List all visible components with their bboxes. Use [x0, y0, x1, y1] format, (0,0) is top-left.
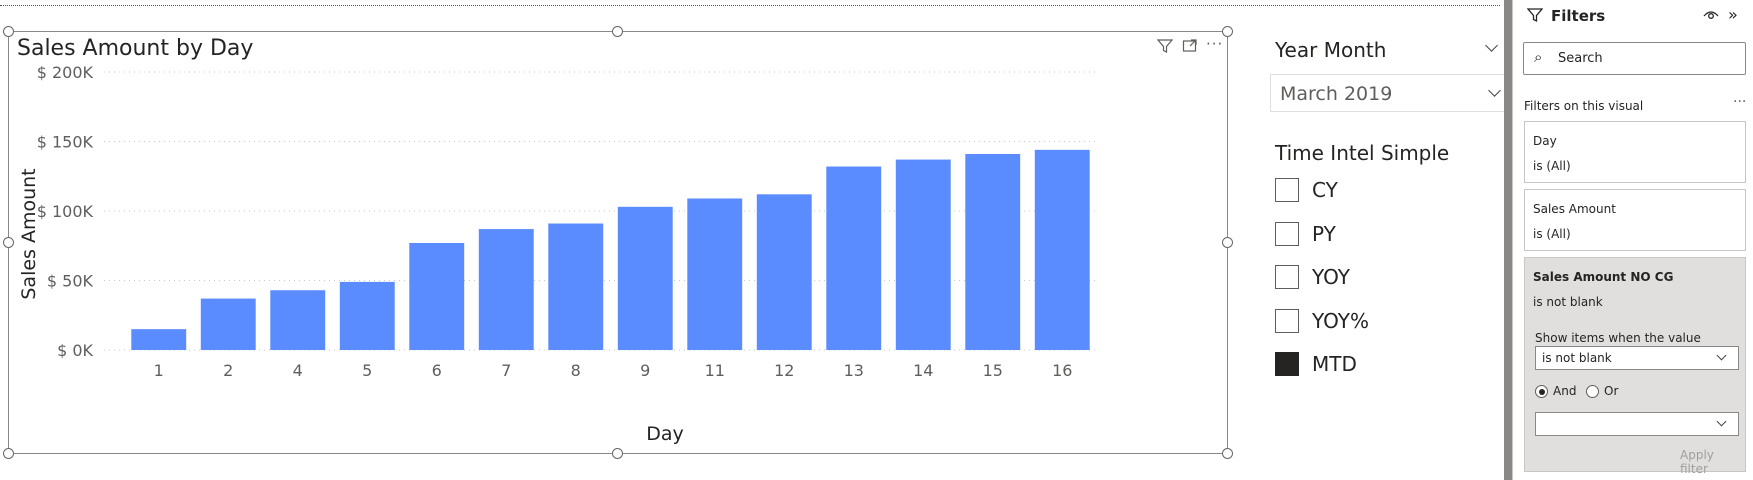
chevron-down-icon	[1716, 350, 1727, 361]
bar[interactable]	[895, 159, 951, 350]
resize-handle-top-right[interactable]	[1222, 26, 1233, 37]
bar[interactable]	[131, 329, 187, 350]
filters-pane-title: Filters	[1551, 7, 1606, 25]
chevron-down-icon[interactable]	[1485, 39, 1498, 52]
x-tick-label: 7	[501, 361, 511, 380]
checkbox-checked[interactable]	[1275, 352, 1299, 376]
eye-icon[interactable]	[1703, 7, 1719, 27]
filter-card-name: Sales Amount	[1533, 202, 1616, 216]
search-icon: ⌕	[1534, 48, 1543, 66]
x-tick-label: 6	[432, 361, 442, 380]
and-label: And	[1553, 384, 1577, 398]
resize-handle-bottom-left[interactable]	[3, 448, 14, 459]
x-tick-label: 13	[844, 361, 864, 380]
resize-handle-left[interactable]	[3, 237, 14, 248]
x-tick-label: 15	[983, 361, 1003, 380]
bar[interactable]	[270, 290, 326, 350]
resize-handle-bottom-right[interactable]	[1222, 448, 1233, 459]
resize-handle-right[interactable]	[1222, 237, 1233, 248]
x-tick-label: 11	[705, 361, 725, 380]
resize-handle-top[interactable]	[612, 26, 623, 37]
filter-operator-select[interactable]: is not blank	[1535, 346, 1739, 370]
bars	[131, 149, 1090, 350]
x-tick-label: 5	[362, 361, 372, 380]
y-tick-label: $ 0K	[57, 341, 93, 360]
bar[interactable]	[200, 298, 256, 350]
slicer-option-label: YOY	[1312, 265, 1350, 289]
year-month-value: March 2019	[1280, 83, 1393, 105]
slicer-option-label: CY	[1312, 178, 1338, 202]
filter-card-condition: is (All)	[1533, 159, 1571, 173]
resize-handle-bottom[interactable]	[612, 448, 623, 459]
radio-or[interactable]	[1586, 385, 1599, 398]
filter-card-name: Sales Amount NO CG	[1533, 270, 1674, 284]
bar[interactable]	[409, 242, 465, 350]
chevron-down-icon	[1716, 416, 1727, 427]
x-tick-label: 12	[774, 361, 794, 380]
y-tick-label: $ 50K	[47, 272, 94, 291]
filter-card-condition: is not blank	[1533, 295, 1603, 309]
y-axis-title: Sales Amount	[18, 168, 40, 299]
bar[interactable]	[548, 223, 604, 350]
x-tick-label: 16	[1052, 361, 1072, 380]
y-axis: $ 0K $ 50K $ 100K $ 150K $ 200K	[37, 63, 94, 360]
filter-card-sales-amount-no-cg[interactable]: Sales Amount NO CG is not blank Show ite…	[1524, 257, 1746, 476]
filters-section-title: Filters on this visual	[1524, 99, 1644, 113]
or-label: Or	[1604, 384, 1619, 398]
x-tick-label: 1	[154, 361, 164, 380]
x-tick-label: 14	[913, 361, 933, 380]
checkbox[interactable]	[1275, 222, 1299, 246]
filter-operator-value: is not blank	[1542, 351, 1612, 365]
checkbox[interactable]	[1275, 178, 1299, 202]
filter-card-day[interactable]: Day is (All)	[1524, 121, 1746, 183]
resize-handle-top-left[interactable]	[3, 26, 14, 37]
bar[interactable]	[756, 194, 812, 350]
checkbox[interactable]	[1275, 265, 1299, 289]
filter-card-condition: is (All)	[1533, 227, 1571, 241]
bar-chart-visual[interactable]: Sales Amount by Day ··· $ 0K $ 50K $ 100K $…	[8, 31, 1228, 454]
y-tick-label: $ 150K	[37, 133, 94, 152]
radio-and[interactable]	[1535, 385, 1548, 398]
slicer-option-label: MTD	[1312, 352, 1357, 376]
bar[interactable]	[965, 154, 1021, 350]
bar[interactable]	[617, 206, 673, 350]
bar[interactable]	[1034, 149, 1090, 350]
x-tick-label: 8	[571, 361, 581, 380]
bar[interactable]	[826, 166, 882, 350]
x-axis: 1 2 4 5 6 7 8 9 11 12 13 14 15 16	[154, 361, 1073, 380]
report-canvas: Sales Amount by Day ··· $ 0K $ 50K $ 100K $…	[0, 0, 1753, 480]
year-month-slicer-title: Year Month	[1275, 38, 1387, 62]
checkbox[interactable]	[1275, 309, 1299, 333]
filter-card-name: Day	[1533, 134, 1557, 148]
x-tick-label: 2	[223, 361, 233, 380]
x-tick-label: 4	[293, 361, 303, 380]
time-intel-slicer-title: Time Intel Simple	[1275, 141, 1450, 165]
bar[interactable]	[687, 198, 743, 350]
more-options-icon[interactable]: ···	[1733, 94, 1746, 110]
pane-splitter[interactable]	[1504, 0, 1512, 480]
year-month-dropdown[interactable]: March 2019	[1270, 74, 1506, 112]
chevron-down-icon[interactable]	[1488, 84, 1501, 97]
show-items-label: Show items when the value	[1535, 331, 1701, 345]
x-axis-title: Day	[646, 423, 684, 445]
collapse-pane-icon[interactable]: »	[1728, 5, 1738, 24]
slicer-option-label: YOY%	[1312, 309, 1369, 333]
filters-pane: Filters » ⌕ Search Filters on this visua…	[1512, 0, 1753, 480]
chart-plot: $ 0K$ 50K$ 100K$ 150K$ 200K 1 2 4 5 6 7 8 9 11 12…	[18, 63, 1097, 445]
bar[interactable]	[478, 229, 534, 350]
bar[interactable]	[339, 281, 395, 350]
filter-icon	[1526, 7, 1544, 27]
filter-search-input[interactable]: ⌕ Search	[1523, 42, 1746, 75]
filter-card-sales-amount[interactable]: Sales Amount is (All)	[1524, 189, 1746, 251]
filter-second-select[interactable]	[1535, 412, 1739, 436]
y-tick-label: $ 100K	[37, 202, 94, 221]
search-placeholder: Search	[1558, 51, 1603, 66]
y-tick-label: $ 200K	[37, 63, 94, 82]
slicer-option-label: PY	[1312, 222, 1336, 246]
apply-filter-button[interactable]: Apply filter	[1680, 448, 1745, 476]
x-tick-label: 9	[640, 361, 650, 380]
page-border	[0, 5, 1500, 6]
